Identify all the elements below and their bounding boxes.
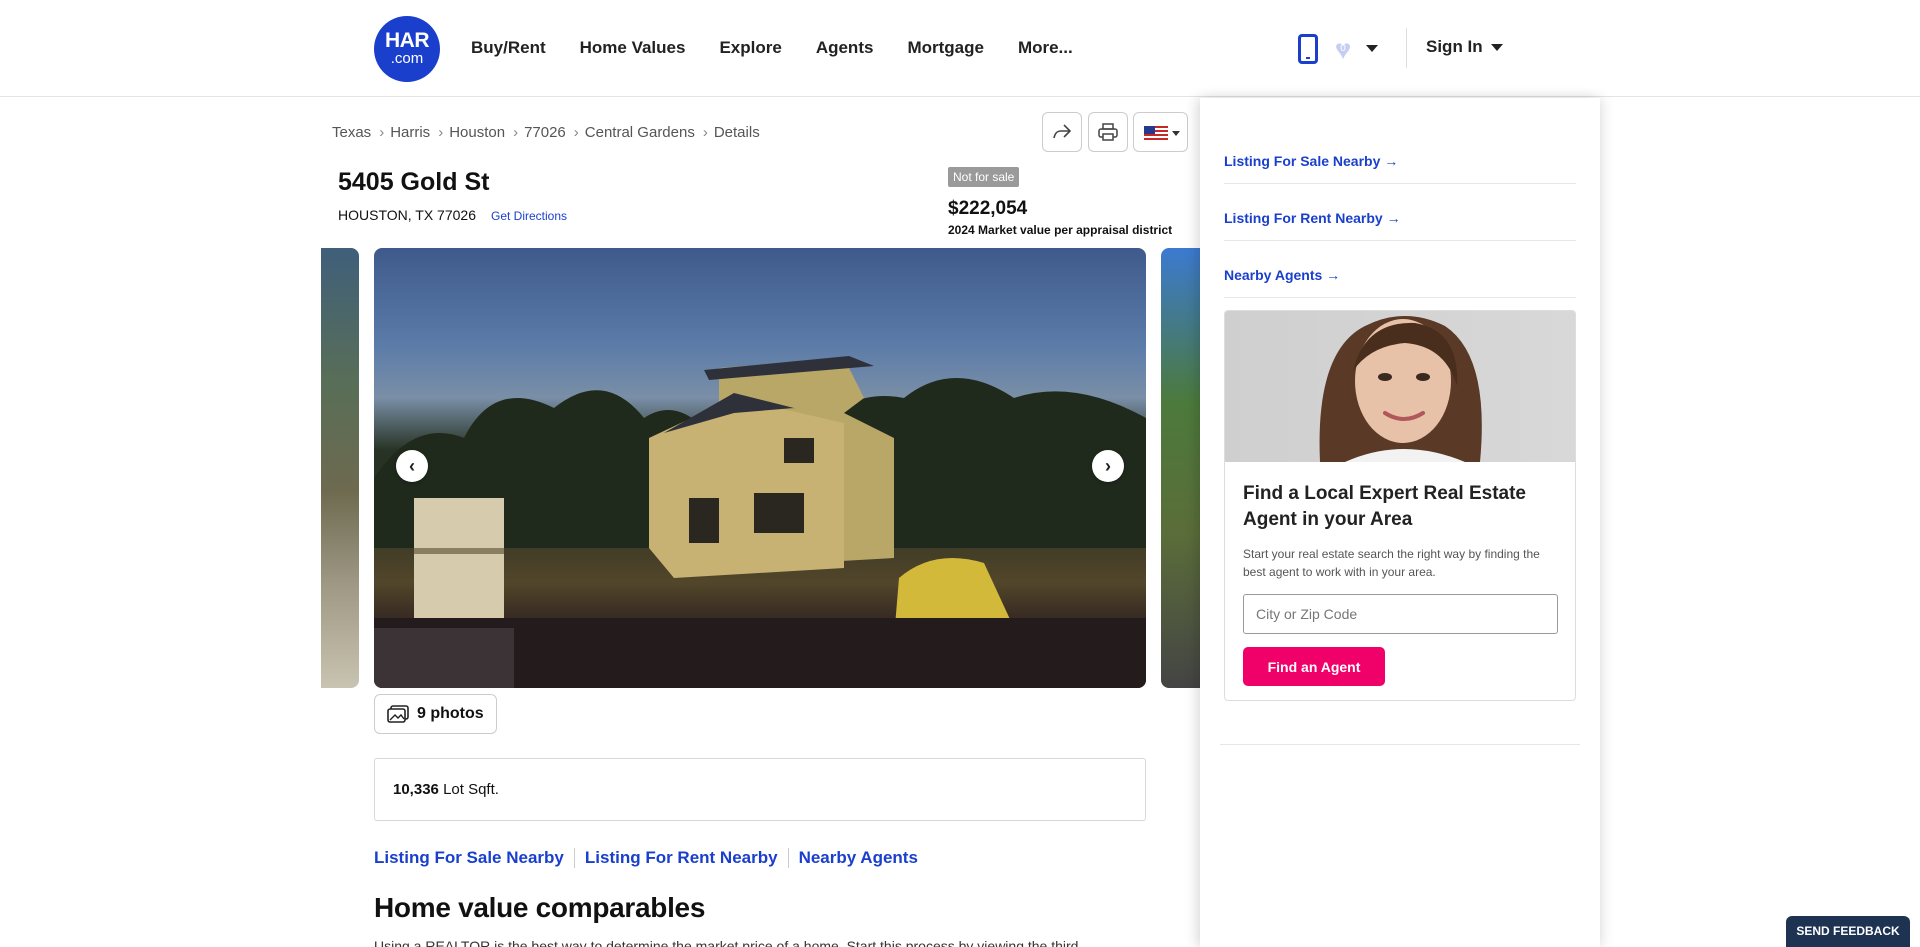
- listing-price: $222,054: [948, 198, 1028, 219]
- chevron-right-icon: ›: [573, 124, 579, 141]
- chevron-right-icon: ›: [438, 124, 444, 141]
- lot-size-label: Lot Sqft.: [443, 781, 499, 798]
- chevron-right-icon: ›: [1105, 455, 1111, 476]
- divider: [1224, 240, 1576, 241]
- panel-nearby-agents-link[interactable]: Nearby Agents →: [1224, 267, 1340, 283]
- status-badge: Not for sale: [948, 167, 1020, 187]
- listing-for-sale-nearby-link[interactable]: Listing For Sale Nearby: [374, 848, 564, 868]
- share-button[interactable]: [1042, 112, 1082, 152]
- gallery-icon: [387, 705, 409, 723]
- sign-in-label: Sign In: [1426, 37, 1483, 56]
- carousel-prev-button[interactable]: ‹: [396, 450, 428, 482]
- nearby-links: Listing For Sale Nearby Listing For Rent…: [374, 848, 918, 868]
- breadcrumb: Texas › Harris › Houston › 77026 › Central G…: [332, 124, 760, 141]
- lot-size-box: 10,336 Lot Sqft.: [374, 758, 1146, 821]
- favorites-count: 0: [1340, 43, 1346, 54]
- logo-text-bottom: .com: [390, 50, 424, 67]
- breadcrumb-neighborhood[interactable]: Central Gardens: [585, 124, 695, 141]
- price-note: 2024 Market value per appraisal district: [948, 223, 1173, 237]
- chevron-right-icon: ›: [513, 124, 519, 141]
- home-value-comparables-text: Using a REALTOR is the best way to deter…: [374, 938, 1079, 947]
- listing-address: HOUSTON, TX 77026: [338, 207, 476, 223]
- divider: [787, 848, 789, 868]
- nav-explore[interactable]: Explore: [719, 38, 781, 58]
- find-agent-card: Find a Local Expert Real Estate Agent in…: [1224, 310, 1576, 701]
- phone-icon[interactable]: [1298, 34, 1318, 64]
- chevron-left-icon: ‹: [409, 455, 415, 476]
- send-feedback-button[interactable]: SEND FEEDBACK: [1786, 916, 1910, 947]
- find-an-agent-button[interactable]: Find an Agent: [1243, 647, 1385, 686]
- nearby-panel: Listing For Sale Nearby → Listing For Re…: [1200, 98, 1600, 947]
- breadcrumb-harris[interactable]: Harris: [390, 124, 430, 141]
- chevron-down-icon: [1490, 43, 1503, 51]
- divider: [573, 848, 575, 868]
- listing-title: 5405 Gold St: [338, 168, 490, 196]
- share-icon: [1053, 124, 1071, 139]
- carousel-next-button[interactable]: ›: [1092, 450, 1124, 482]
- har-logo[interactable]: HAR .com: [374, 16, 440, 82]
- house-photo-illustration: [374, 356, 1146, 688]
- next-photo-thumbnail[interactable]: [1161, 248, 1201, 688]
- nav-home-values[interactable]: Home Values: [580, 38, 686, 58]
- nav-more[interactable]: More...: [1018, 38, 1073, 58]
- agent-portrait: [1319, 316, 1482, 462]
- breadcrumb-texas[interactable]: Texas: [332, 124, 371, 141]
- card-title: Find a Local Expert Real Estate Agent in…: [1243, 483, 1526, 530]
- lot-size-value: 10,336: [393, 781, 439, 798]
- listing-for-rent-nearby-link[interactable]: Listing For Rent Nearby: [585, 848, 778, 868]
- print-button[interactable]: [1088, 112, 1128, 152]
- sign-in-button[interactable]: Sign In: [1426, 37, 1503, 57]
- header-divider: [1406, 28, 1407, 68]
- photos-button[interactable]: 9 photos: [374, 694, 497, 734]
- chevron-down-icon[interactable]: [1366, 45, 1378, 52]
- breadcrumb-details: Details: [713, 124, 760, 141]
- site-header: HAR .com Buy/Rent Home Values Explore Ag…: [0, 0, 1920, 97]
- nav-agents[interactable]: Agents: [816, 38, 874, 58]
- panel-listing-for-rent-link[interactable]: Listing For Rent Nearby →: [1224, 210, 1401, 226]
- get-directions-link[interactable]: Get Directions: [491, 209, 567, 223]
- divider: [1220, 744, 1580, 745]
- chevron-down-icon: [1172, 131, 1180, 136]
- divider: [1224, 183, 1576, 184]
- nav-buy-rent[interactable]: Buy/Rent: [471, 38, 546, 58]
- main-nav: Buy/Rent Home Values Explore Agents Mort…: [471, 38, 1107, 58]
- agent-photo: [1225, 311, 1575, 462]
- photo-count: 9 photos: [417, 705, 484, 722]
- us-flag-icon: [1144, 126, 1168, 140]
- chevron-right-icon: ›: [379, 124, 385, 141]
- breadcrumb-zip[interactable]: 77026: [524, 124, 566, 141]
- card-description: Start your real estate search the right …: [1243, 547, 1540, 579]
- print-icon: [1098, 123, 1118, 141]
- home-value-comparables-heading: Home value comparables: [374, 892, 706, 923]
- language-select[interactable]: [1133, 112, 1188, 152]
- breadcrumb-houston[interactable]: Houston: [449, 124, 505, 141]
- panel-listing-for-sale-link[interactable]: Listing For Sale Nearby →: [1224, 153, 1398, 169]
- nearby-agents-link[interactable]: Nearby Agents: [799, 848, 918, 868]
- city-zip-input[interactable]: [1243, 594, 1558, 634]
- chevron-right-icon: ›: [702, 124, 708, 141]
- logo-text-top: HAR: [385, 29, 430, 52]
- main-photo[interactable]: ‹ ›: [374, 248, 1146, 688]
- divider: [1224, 297, 1576, 298]
- previous-photo-thumbnail[interactable]: [321, 248, 359, 688]
- nav-mortgage[interactable]: Mortgage: [907, 38, 984, 58]
